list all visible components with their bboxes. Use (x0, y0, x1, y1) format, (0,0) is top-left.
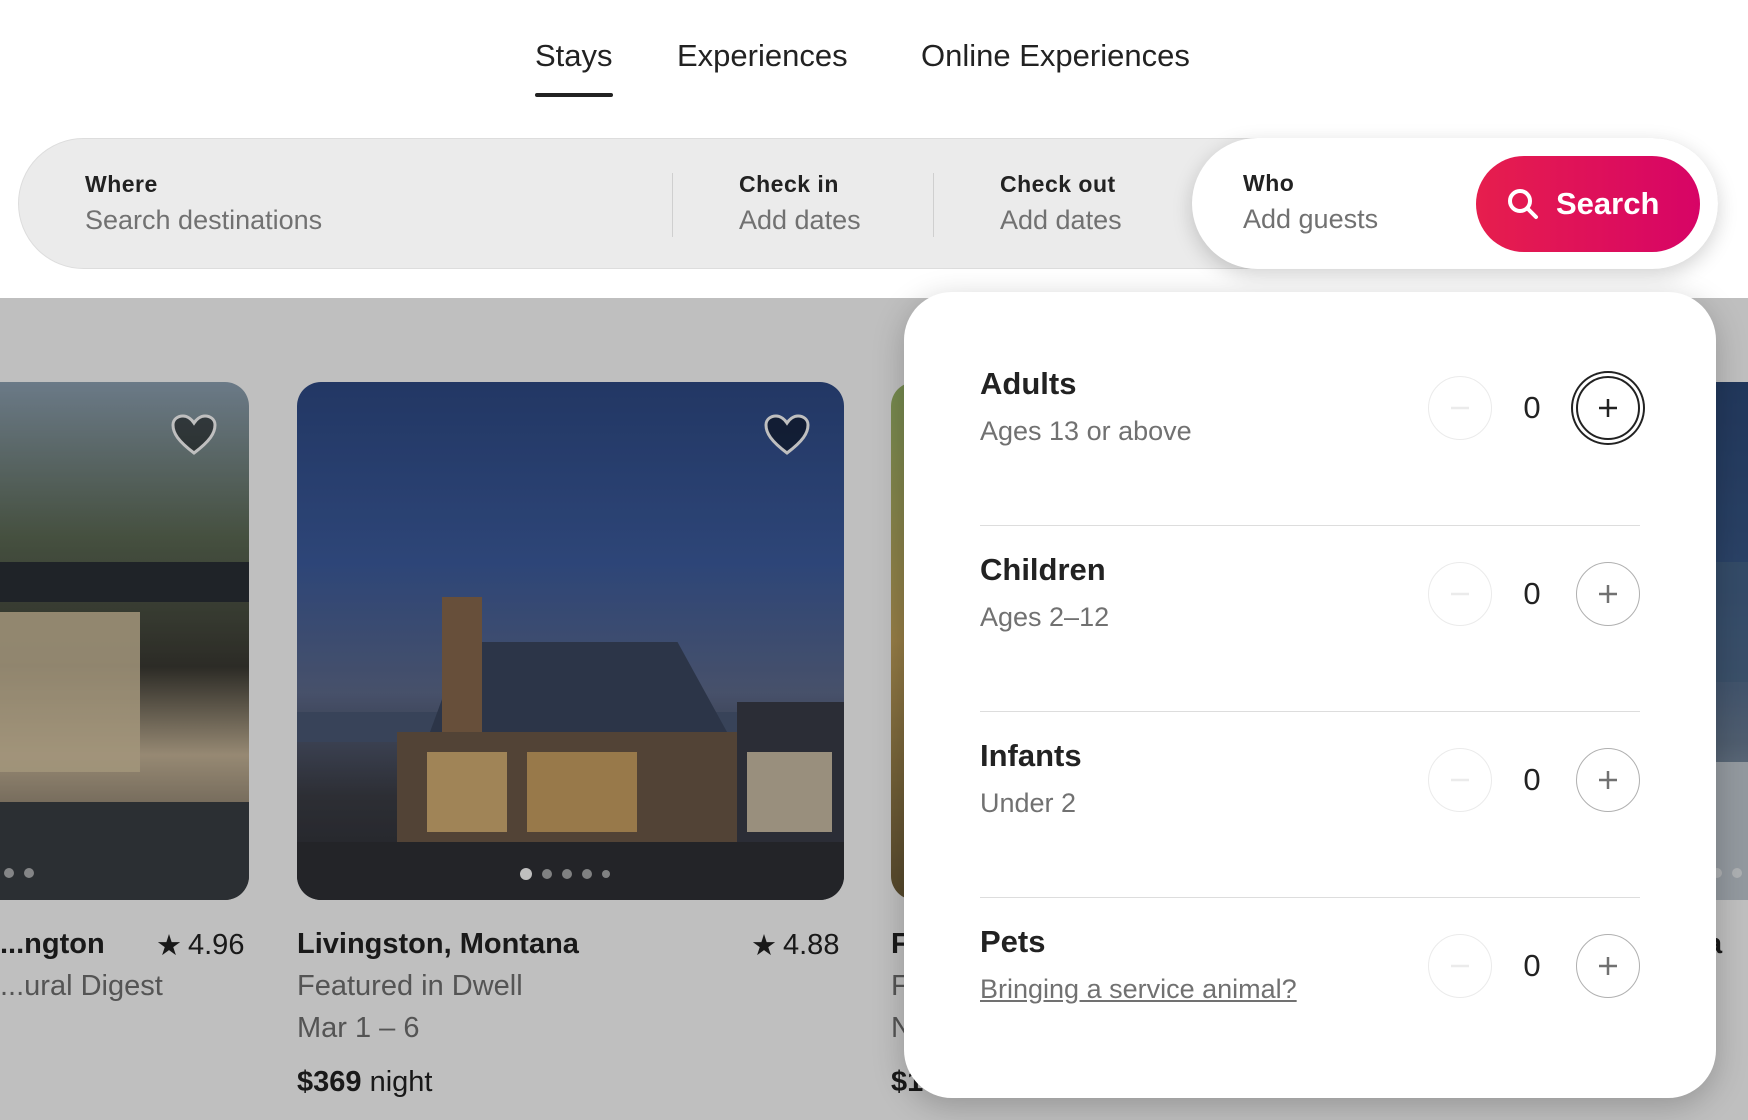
plus-icon (1599, 771, 1617, 789)
check-out-label: Check out (1000, 171, 1116, 197)
tab-experiences[interactable]: Experiences (677, 38, 848, 74)
check-in-value: Add dates (739, 205, 861, 235)
guest-count: 0 (1523, 576, 1541, 611)
plus-icon (1599, 399, 1617, 417)
guests-popover: Adults Ages 13 or above 0 Children Ages … (904, 292, 1716, 1098)
where-label: Where (85, 171, 158, 197)
guest-type-title: Infants (980, 738, 1082, 773)
tab-stays[interactable]: Stays (535, 38, 613, 74)
guest-row-infants: Infants Under 2 0 (980, 712, 1640, 898)
search-button-label: Search (1556, 186, 1660, 221)
increase-button[interactable] (1576, 376, 1640, 440)
guest-row-adults: Adults Ages 13 or above 0 (980, 340, 1640, 526)
guest-row-children: Children Ages 2–12 0 (980, 526, 1640, 712)
increase-button[interactable] (1576, 562, 1640, 626)
nav-tabs: Stays Experiences Online Experiences (0, 0, 1748, 110)
decrease-button[interactable] (1428, 748, 1492, 812)
header: Stays Experiences Online Experiences Whe… (0, 0, 1748, 298)
decrease-button[interactable] (1428, 934, 1492, 998)
plus-icon (1599, 957, 1617, 975)
check-out-field[interactable]: Check out Add dates (934, 139, 1193, 270)
guest-count: 0 (1523, 948, 1541, 983)
where-placeholder: Search destinations (85, 205, 323, 235)
where-field[interactable]: Where Search destinations (19, 139, 671, 270)
service-animal-link[interactable]: Bringing a service animal? (980, 974, 1297, 1005)
decrease-button[interactable] (1428, 376, 1492, 440)
decrease-button[interactable] (1428, 562, 1492, 626)
active-tab-indicator (535, 93, 613, 97)
guest-type-title: Children (980, 552, 1106, 587)
guest-type-title: Pets (980, 924, 1046, 959)
minus-icon (1451, 592, 1469, 596)
minus-icon (1451, 778, 1469, 782)
minus-icon (1451, 406, 1469, 410)
check-in-label: Check in (739, 171, 839, 197)
search-button[interactable]: Search (1476, 156, 1700, 252)
increase-button[interactable] (1576, 934, 1640, 998)
guest-type-subtitle: Ages 2–12 (980, 602, 1110, 632)
tab-online-experiences[interactable]: Online Experiences (921, 38, 1190, 74)
minus-icon (1451, 964, 1469, 968)
guest-count: 0 (1523, 762, 1541, 797)
guest-row-pets: Pets Bringing a service animal? 0 (980, 898, 1640, 1084)
plus-icon (1599, 585, 1617, 603)
check-out-value: Add dates (1000, 205, 1122, 235)
who-label: Who (1243, 170, 1295, 196)
guest-count: 0 (1523, 390, 1541, 425)
guest-type-subtitle: Ages 13 or above (980, 416, 1192, 446)
increase-button[interactable] (1576, 748, 1640, 812)
search-icon (1508, 189, 1538, 219)
who-value: Add guests (1243, 204, 1379, 234)
guest-type-title: Adults (980, 366, 1077, 401)
check-in-field[interactable]: Check in Add dates (673, 139, 932, 270)
guest-type-subtitle: Under 2 (980, 788, 1077, 818)
